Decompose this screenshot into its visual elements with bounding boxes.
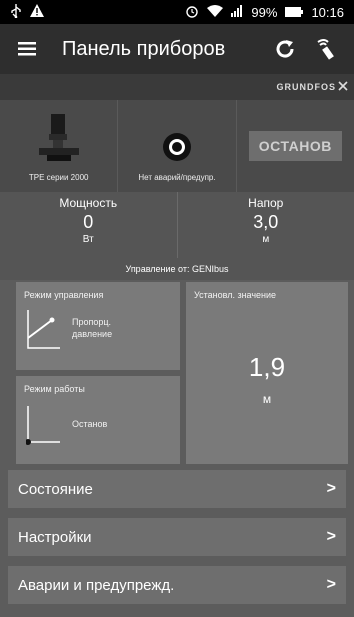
battery-text: 99% — [251, 4, 278, 20]
setpoint-value: 1,9 — [248, 352, 286, 382]
setpoint-tile[interactable]: Установл. значение 1,9 м — [186, 282, 348, 464]
menu-item-status[interactable]: Состояние > — [8, 470, 346, 508]
battery-icon — [285, 5, 304, 20]
menu-icon[interactable] — [10, 32, 44, 66]
stop-cell: ОСТАНОВ — [237, 100, 354, 192]
head-metric: Напор 3,0 м — [178, 192, 354, 258]
pump-icon — [38, 114, 79, 167]
signal-icon — [231, 4, 243, 20]
brand-bar: GRUNDFOS — [0, 74, 354, 100]
power-metric: Мощность 0 Вт — [0, 192, 178, 258]
power-label: Мощность — [59, 196, 118, 210]
chevron-right-icon: > — [326, 576, 336, 593]
control-mode-value-1: Пропорц. — [72, 317, 112, 327]
pump-label: TPE серии 2000 — [28, 173, 89, 182]
remote-icon[interactable] — [310, 32, 344, 66]
alarm-status-icon — [162, 132, 192, 167]
setpoint-label: Установл. значение — [194, 290, 277, 300]
stop-mode-icon — [25, 406, 60, 451]
menu-item-label: Настройки — [18, 528, 92, 546]
wifi-icon — [207, 4, 224, 20]
menu-item-settings[interactable]: Настройки > — [8, 518, 346, 556]
control-mode-tile[interactable]: Режим управления Пропорц. давление — [16, 282, 180, 370]
refresh-icon[interactable] — [268, 32, 302, 66]
operation-mode-tile[interactable]: Режим работы Останов — [16, 376, 180, 464]
status-bar: 99% 10:16 — [0, 0, 354, 24]
control-mode-value-2: давление — [72, 329, 113, 339]
alarm-label: Нет аварий/предупр. — [138, 173, 216, 182]
control-source-text: Управление от: GENIbus — [125, 264, 229, 274]
brand-logo: GRUNDFOS — [276, 82, 336, 92]
proportional-pressure-icon — [26, 310, 60, 355]
page-title: Панель приборов — [62, 37, 226, 60]
control-source: Управление от: GENIbus — [0, 258, 354, 280]
head-label: Напор — [248, 196, 284, 210]
alarm-clock-icon — [185, 4, 199, 21]
status-panel: TPE серии 2000 Нет аварий/предупр. ОСТАН… — [0, 100, 354, 192]
usb-icon — [10, 3, 22, 21]
chevron-right-icon: > — [326, 528, 336, 545]
app-bar: Панель приборов — [0, 24, 354, 74]
power-unit: Вт — [82, 234, 94, 245]
control-mode-label: Режим управления — [24, 290, 104, 300]
menu-item-label: Аварии и предупрежд. — [18, 576, 175, 594]
head-unit: м — [262, 234, 270, 245]
alarm-cell[interactable]: Нет аварий/предупр. — [118, 100, 237, 192]
stop-button[interactable]: ОСТАНОВ — [248, 131, 342, 161]
metrics-row: Мощность 0 Вт Напор 3,0 м — [0, 192, 354, 258]
power-value: 0 — [83, 212, 94, 232]
warning-icon — [30, 4, 44, 20]
operation-mode-value: Останов — [72, 419, 108, 429]
clock-text: 10:16 — [311, 4, 344, 20]
pump-cell[interactable]: TPE серии 2000 — [0, 100, 119, 192]
brand-mark-icon — [338, 78, 348, 96]
operation-mode-label: Режим работы — [24, 384, 85, 394]
tiles-area: Режим управления Пропорц. давление Режим… — [0, 280, 354, 468]
menu-item-alarms[interactable]: Аварии и предупрежд. > — [8, 566, 346, 604]
setpoint-unit: м — [262, 392, 272, 406]
chevron-right-icon: > — [326, 480, 336, 497]
head-value: 3,0 — [253, 212, 279, 232]
menu-item-label: Состояние — [18, 480, 93, 498]
menu-list: Состояние > Настройки > Аварии и предупр… — [0, 468, 354, 617]
